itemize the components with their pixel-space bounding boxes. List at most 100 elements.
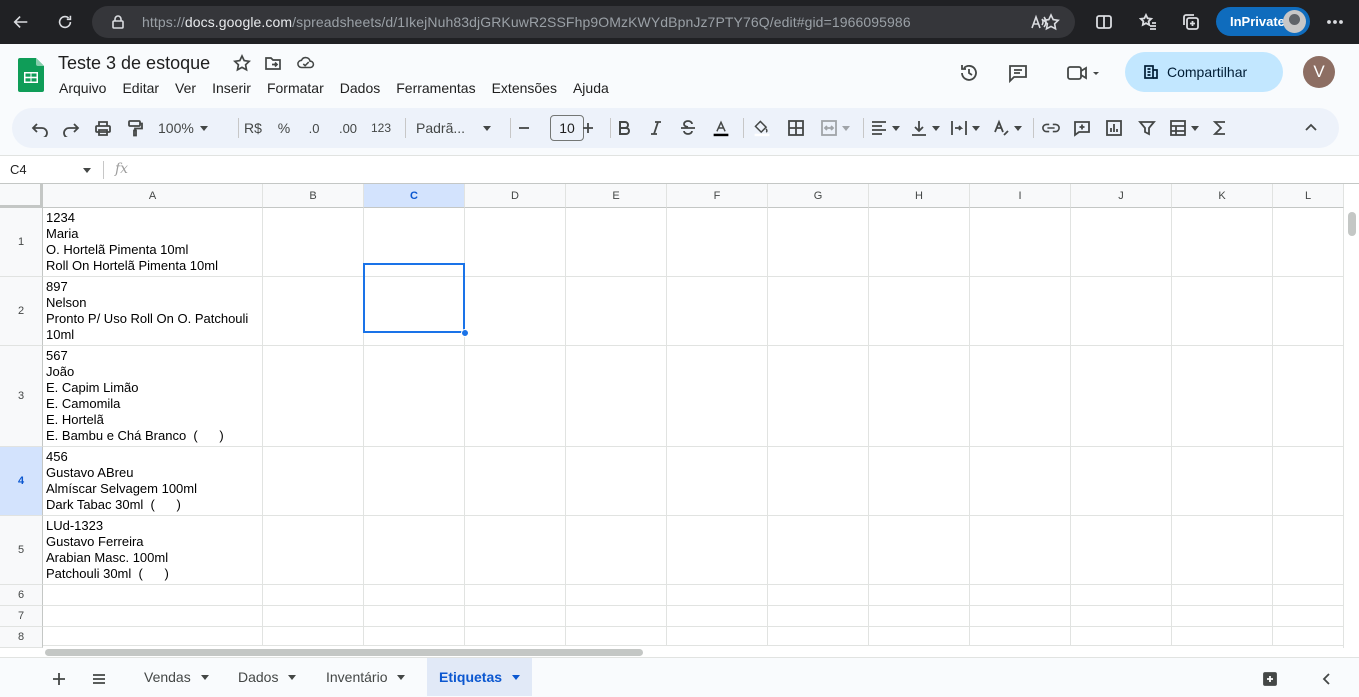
cell-j6[interactable] — [1071, 585, 1172, 606]
star-icon[interactable] — [232, 54, 253, 74]
cell-g1[interactable] — [768, 208, 869, 277]
cell-d3[interactable] — [465, 346, 566, 447]
cell-a1[interactable]: 1234 Maria O. Hortelã Pimenta 10ml Roll … — [43, 208, 263, 277]
refresh-icon[interactable] — [51, 8, 79, 36]
cell-k5[interactable] — [1172, 516, 1273, 585]
insert-comment-icon[interactable] — [1071, 116, 1093, 140]
cell-b2[interactable] — [263, 277, 364, 346]
cell-g2[interactable] — [768, 277, 869, 346]
name-box-caret-icon[interactable] — [83, 168, 91, 173]
cell-d2[interactable] — [465, 277, 566, 346]
menu-editar[interactable]: Editar — [122, 80, 159, 96]
meet-icon[interactable] — [1062, 60, 1104, 86]
cell-h1[interactable] — [869, 208, 970, 277]
italic-icon[interactable] — [646, 116, 666, 140]
increase-decimals-button[interactable]: .00 — [337, 116, 359, 140]
cell-g6[interactable] — [768, 585, 869, 606]
cell-i7[interactable] — [970, 606, 1071, 627]
column-header-k[interactable]: K — [1172, 184, 1273, 208]
cell-l3[interactable] — [1273, 346, 1344, 447]
cell-d1[interactable] — [465, 208, 566, 277]
select-all-corner[interactable] — [0, 184, 43, 208]
filter-views-icon[interactable] — [1166, 116, 1202, 140]
undo-icon[interactable] — [30, 116, 50, 140]
tab-dados[interactable]: Dados — [226, 658, 308, 696]
column-header-c[interactable]: C — [364, 184, 465, 208]
cell-k3[interactable] — [1172, 346, 1273, 447]
fill-handle[interactable] — [461, 329, 469, 337]
cloud-status-icon[interactable] — [297, 54, 317, 74]
tab-etiquetas[interactable]: Etiquetas — [427, 658, 533, 696]
cell-l7[interactable] — [1273, 606, 1344, 627]
column-header-b[interactable]: B — [263, 184, 364, 208]
currency-format-button[interactable]: R$ — [243, 116, 263, 140]
decrease-decimals-button[interactable]: .0 — [305, 116, 323, 140]
column-header-f[interactable]: F — [667, 184, 768, 208]
cell-g5[interactable] — [768, 516, 869, 585]
column-header-j[interactable]: J — [1071, 184, 1172, 208]
cell-g7[interactable] — [768, 606, 869, 627]
account-avatar[interactable]: V — [1303, 56, 1335, 88]
vertical-scrollbar[interactable] — [1343, 208, 1359, 648]
version-history-icon[interactable] — [956, 60, 982, 86]
inprivate-badge[interactable]: InPrivate — [1216, 7, 1310, 36]
text-rotation-icon[interactable] — [990, 116, 1024, 140]
favorite-star-icon[interactable] — [1042, 13, 1060, 31]
zoom-select[interactable]: 100% — [158, 116, 208, 140]
menu-extensoes[interactable]: Extensões — [492, 80, 557, 96]
cell-d7[interactable] — [465, 606, 566, 627]
collapse-toolbar-icon[interactable] — [1300, 116, 1322, 140]
cell-a4[interactable]: 456 Gustavo ABreu Almíscar Selvagem 100m… — [43, 447, 263, 516]
cell-g3[interactable] — [768, 346, 869, 447]
functions-icon[interactable] — [1210, 116, 1230, 140]
column-header-h[interactable]: H — [869, 184, 970, 208]
cell-l5[interactable] — [1273, 516, 1344, 585]
more-menu-icon[interactable] — [1321, 8, 1349, 36]
cell-c3[interactable] — [364, 346, 465, 447]
fill-color-icon[interactable] — [750, 116, 774, 140]
cell-h5[interactable] — [869, 516, 970, 585]
cell-b3[interactable] — [263, 346, 364, 447]
strikethrough-icon[interactable] — [677, 116, 699, 140]
cell-a5[interactable]: LUd-1323 Gustavo Ferreira Arabian Masc. … — [43, 516, 263, 585]
redo-icon[interactable] — [61, 116, 81, 140]
url-text[interactable]: https://docs.google.com/spreadsheets/d/1… — [142, 14, 911, 30]
column-header-e[interactable]: E — [566, 184, 667, 208]
cell-e4[interactable] — [566, 447, 667, 516]
menu-ver[interactable]: Ver — [175, 80, 196, 96]
cell-k4[interactable] — [1172, 447, 1273, 516]
cell-a6[interactable] — [43, 585, 263, 606]
cell-a7[interactable] — [43, 606, 263, 627]
menu-ferramentas[interactable]: Ferramentas — [396, 80, 475, 96]
cell-e7[interactable] — [566, 606, 667, 627]
cell-l4[interactable] — [1273, 447, 1344, 516]
share-button[interactable]: Compartilhar — [1125, 52, 1283, 92]
font-select[interactable]: Padrã... — [416, 116, 492, 140]
sheets-logo-icon[interactable] — [18, 58, 44, 92]
filter-icon[interactable] — [1136, 116, 1158, 140]
cell-k2[interactable] — [1172, 277, 1273, 346]
cell-c5[interactable] — [364, 516, 465, 585]
text-wrapping-icon[interactable] — [948, 116, 982, 140]
cell-f6[interactable] — [667, 585, 768, 606]
cell-g4[interactable] — [768, 447, 869, 516]
cell-e2[interactable] — [566, 277, 667, 346]
cell-c7[interactable] — [364, 606, 465, 627]
column-header-l[interactable]: L — [1273, 184, 1344, 208]
cell-i2[interactable] — [970, 277, 1071, 346]
cell-e3[interactable] — [566, 346, 667, 447]
collections-icon[interactable] — [1177, 8, 1205, 36]
address-bar[interactable]: https://docs.google.com/spreadsheets/d/1… — [92, 6, 1075, 38]
cell-e1[interactable] — [566, 208, 667, 277]
all-sheets-icon[interactable] — [88, 668, 110, 690]
cell-i1[interactable] — [970, 208, 1071, 277]
cell-b5[interactable] — [263, 516, 364, 585]
bold-icon[interactable] — [614, 116, 634, 140]
cell-f3[interactable] — [667, 346, 768, 447]
cell-j2[interactable] — [1071, 277, 1172, 346]
cell-e5[interactable] — [566, 516, 667, 585]
cell-i4[interactable] — [970, 447, 1071, 516]
cell-b6[interactable] — [263, 585, 364, 606]
cell-i6[interactable] — [970, 585, 1071, 606]
cell-f7[interactable] — [667, 606, 768, 627]
